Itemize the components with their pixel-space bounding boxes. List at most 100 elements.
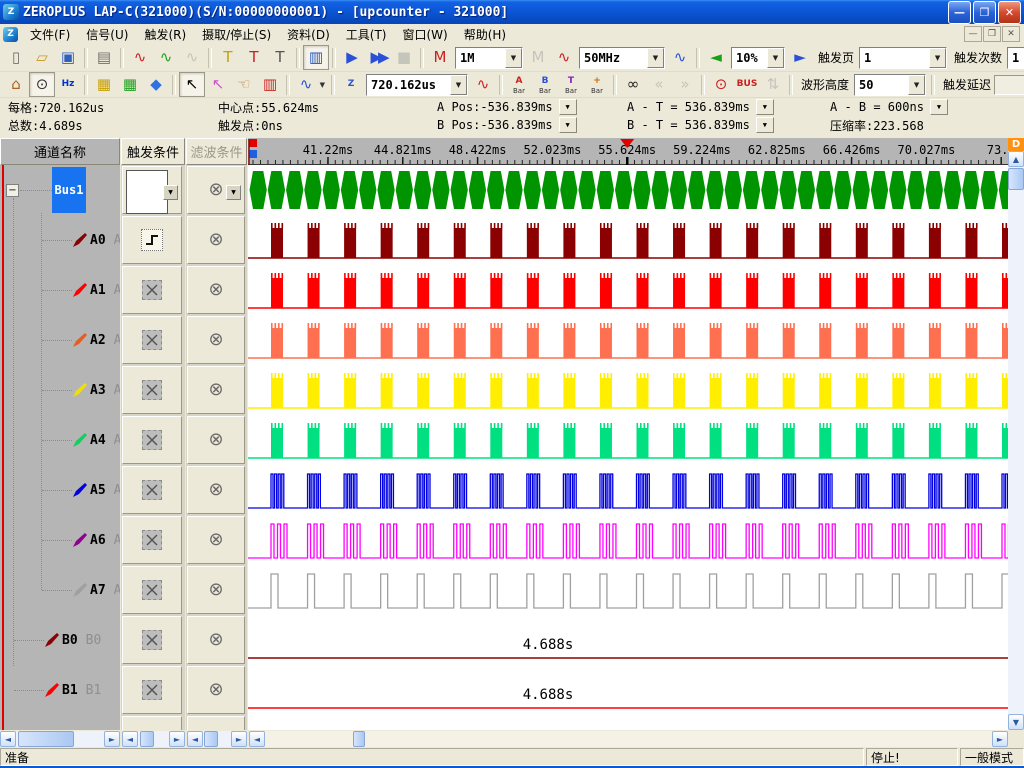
filter-none-icon[interactable]: ⊗ (208, 681, 223, 699)
menu-item-signal[interactable]: 信号(U) (78, 24, 136, 45)
channel-label[interactable]: A0 (90, 233, 106, 248)
d-marker[interactable]: D (1008, 138, 1024, 151)
home-button[interactable]: ⌂ (3, 72, 29, 97)
cursor-line[interactable] (2, 165, 4, 730)
timing-clock-button[interactable]: ⊙ (29, 72, 55, 97)
dont-care-icon[interactable] (142, 480, 162, 500)
bus-name-label[interactable]: Bus1 (52, 167, 86, 213)
dropdown-arrow-icon[interactable]: ▼ (647, 48, 664, 68)
trigger-ratio-select[interactable]: 10%▼ (731, 47, 785, 69)
channel-label[interactable]: B0 (62, 633, 78, 648)
trigger-count-select[interactable]: 1▼ (1007, 47, 1024, 69)
menu-item-acquire-stop[interactable]: 摄取/停止(S) (194, 24, 279, 45)
dropdown-arrow-icon[interactable]: ▼ (505, 48, 522, 68)
dont-care-icon[interactable] (142, 280, 162, 300)
scroll-right-icon[interactable]: ► (231, 731, 247, 747)
mdi-minimize-button[interactable]: — (964, 26, 982, 42)
mdi-close-button[interactable]: ✕ (1002, 26, 1020, 42)
plus-bar-button[interactable]: +Bar (584, 72, 610, 97)
dont-care-icon[interactable] (142, 680, 162, 700)
trigger-condition-cell[interactable] (122, 616, 182, 664)
filter-condition-cell[interactable]: ⊗ (187, 616, 245, 664)
trigger-condition-cell[interactable]: ▼ (122, 166, 182, 214)
dont-care-icon[interactable] (142, 330, 162, 350)
filter-condition-cell[interactable]: ⊗ (187, 516, 245, 564)
trigger-condition-cell[interactable] (122, 516, 182, 564)
sample-pulse-red-button[interactable]: ∿ (551, 45, 577, 70)
scroll-thumb[interactable] (353, 731, 365, 747)
trigger-condition-cell[interactable] (122, 666, 182, 714)
filter-none-icon[interactable]: ⊗ (208, 581, 223, 599)
scroll-thumb[interactable] (140, 731, 154, 747)
capture-setup-button[interactable]: ∿ (127, 45, 153, 70)
filter-condition-cell[interactable]: ⊗ (187, 666, 245, 714)
rising-edge-icon[interactable] (141, 229, 163, 251)
scroll-right-icon[interactable]: ► (169, 731, 185, 747)
dont-care-icon[interactable] (142, 630, 162, 650)
vertical-scroll-thumb[interactable] (1008, 168, 1024, 190)
print-button[interactable]: ▤ (91, 45, 117, 70)
trigger-condition-cell[interactable] (122, 566, 182, 614)
frequency-button[interactable]: Hz (55, 72, 81, 97)
filter-none-icon[interactable]: ⊗ (208, 381, 223, 399)
filter-none-icon[interactable]: ⊗ (208, 331, 223, 349)
scroll-thumb[interactable] (18, 731, 74, 747)
dropdown-arrow-icon[interactable]: ▼ (756, 117, 774, 133)
trigger-condition-cell[interactable] (122, 216, 182, 264)
trigger-condition-cell[interactable] (122, 366, 182, 414)
trigger-pos-right-button[interactable]: ► (787, 45, 813, 70)
trigger-condition-cell[interactable] (122, 416, 182, 464)
memory-depth-select[interactable]: 1M▼ (455, 47, 523, 69)
trigger-condition-cell[interactable] (122, 466, 182, 514)
t-bar-button[interactable]: TBar (558, 72, 584, 97)
save-file-button[interactable]: ▣ (55, 45, 81, 70)
navigator-button[interactable]: ◆ (143, 72, 169, 97)
filter-column-scrollbar[interactable]: ◄ ► (187, 731, 247, 747)
dropdown-arrow-icon[interactable]: ▼ (450, 75, 467, 95)
filter-none-icon[interactable]: ⊗ (208, 431, 223, 449)
restore-button[interactable]: ❐ (973, 1, 996, 24)
filter-condition-cell[interactable]: ⊗ (187, 316, 245, 364)
scroll-up-button[interactable]: ▲ (1008, 151, 1024, 167)
waveform-area[interactable]: 41.22ms44.821ms48.422ms52.023ms55.624ms5… (248, 138, 1008, 730)
dropdown-arrow-icon[interactable]: ▼ (320, 81, 325, 89)
scroll-right-icon[interactable]: ► (104, 731, 120, 747)
sampling-setup-button[interactable]: ∿ (153, 45, 179, 70)
filter-none-icon[interactable]: ⊗ (208, 281, 223, 299)
dropdown-arrow-icon[interactable]: ▼ (908, 75, 925, 95)
display-range-select[interactable]: 720.162us▼ (366, 74, 468, 96)
b-bar-button[interactable]: BBar (532, 72, 558, 97)
filter-none-icon[interactable]: ⊗ (208, 181, 223, 199)
bus-setup-button[interactable]: ▥ (303, 45, 329, 70)
channel-label[interactable]: A3 (90, 383, 106, 398)
sample-pulse-blue-button[interactable]: ∿ (667, 45, 693, 70)
filter-condition-cell[interactable]: ⊗ (187, 566, 245, 614)
channel-label[interactable]: A7 (90, 583, 106, 598)
trigger-page-select[interactable]: 1▼ (859, 47, 947, 69)
filter-condition-cell[interactable]: ⊗ (187, 216, 245, 264)
scroll-left-icon[interactable]: ◄ (187, 731, 203, 747)
filter-condition-cell[interactable]: ⊗ (187, 416, 245, 464)
channel-label[interactable]: A1 (90, 283, 106, 298)
channel-row-bus1[interactable]: −Bus1 (0, 165, 120, 215)
trigger-pos-left-button[interactable]: ◄ (703, 45, 729, 70)
dont-care-icon[interactable] (142, 430, 162, 450)
dropdown-arrow-icon[interactable]: ▼ (767, 48, 784, 68)
scroll-left-icon[interactable]: ◄ (0, 731, 16, 747)
filter-condition-cell[interactable] (187, 716, 245, 730)
menu-item-trigger[interactable]: 触发(R) (136, 24, 194, 45)
dropdown-arrow-icon[interactable]: ▼ (756, 99, 774, 115)
minimize-button[interactable]: — (948, 1, 971, 24)
channel-label[interactable]: A2 (90, 333, 106, 348)
new-file-button[interactable]: ▯ (3, 45, 29, 70)
repeat-run-button[interactable]: ▶▶ (365, 45, 391, 70)
filter-condition-cell[interactable]: ⊗ (187, 266, 245, 314)
hand-pan-button[interactable]: ☜ (231, 72, 257, 97)
waveform-window-button[interactable]: ▦ (91, 72, 117, 97)
memory-page-prev-button[interactable]: M (427, 45, 453, 70)
filter-condition-cell[interactable]: ⊗▼ (187, 166, 245, 214)
menu-item-tools[interactable]: 工具(T) (338, 24, 395, 45)
filter-none-icon[interactable]: ⊗ (208, 531, 223, 549)
trigger-condition-cell[interactable] (122, 316, 182, 364)
filter-condition-cell[interactable]: ⊗ (187, 366, 245, 414)
